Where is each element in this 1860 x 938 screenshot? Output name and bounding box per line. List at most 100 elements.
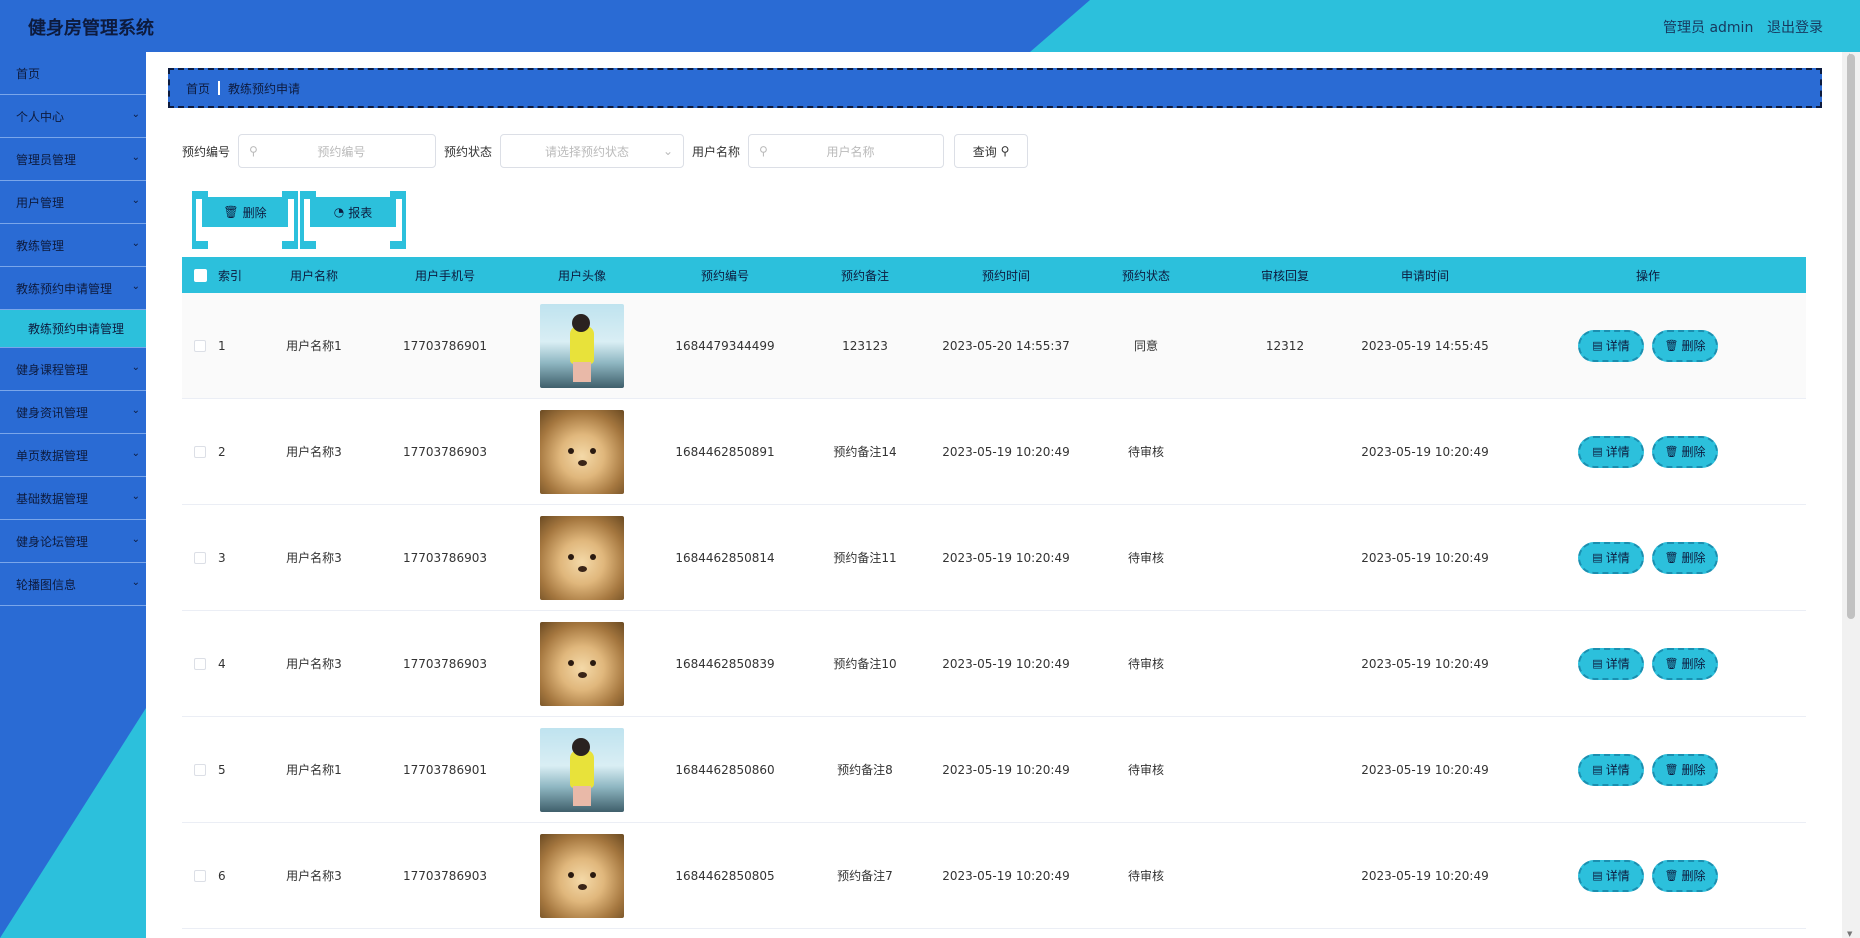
scroll-down-arrow-icon[interactable]: ▼ bbox=[1847, 930, 1852, 938]
cell-apply-time: 2023-05-19 10:20:49 bbox=[1361, 656, 1489, 671]
sidebar-item-label: 教练预约申请管理 bbox=[16, 281, 113, 296]
delete-button[interactable]: 🗑 删除 bbox=[1652, 541, 1718, 574]
detail-button[interactable]: ▤ 详情 bbox=[1578, 541, 1644, 574]
username-input[interactable]: ⚲ 用户名称 bbox=[748, 134, 945, 168]
detail-button[interactable]: ▤ 详情 bbox=[1578, 329, 1644, 362]
booking-no-input[interactable]: ⚲ 预约编号 bbox=[238, 134, 437, 168]
cell-index: 3 bbox=[218, 550, 226, 565]
cell-phone: 17703786903 bbox=[403, 868, 487, 883]
cell-booking-time: 2023-05-19 10:20:49 bbox=[942, 762, 1070, 777]
detail-button[interactable]: ▤ 详情 bbox=[1578, 753, 1644, 786]
scrollbar-thumb[interactable] bbox=[1847, 54, 1855, 619]
column-header: 预约备注 bbox=[840, 268, 889, 283]
query-button[interactable]: 查询 ⚲ bbox=[954, 134, 1029, 168]
cell-username: 用户名称3 bbox=[286, 869, 342, 883]
row-select-cell bbox=[182, 763, 218, 776]
chevron-down-icon: ⌄ bbox=[131, 152, 140, 163]
user-avatar bbox=[540, 303, 624, 388]
row-checkbox[interactable] bbox=[194, 869, 206, 882]
delete-button[interactable]: 🗑 删除 bbox=[1652, 435, 1718, 468]
trash-icon: 🗑 bbox=[1664, 339, 1679, 352]
logout-link[interactable]: 退出登录 bbox=[1767, 17, 1823, 37]
row-select-cell bbox=[182, 869, 218, 882]
sidebar-item-label: 健身论坛管理 bbox=[16, 534, 89, 549]
detail-button[interactable]: ▤ 详情 bbox=[1578, 859, 1644, 892]
cell-reply: 12312 bbox=[1265, 338, 1305, 353]
delete-button[interactable]: 🗑 删除 bbox=[1652, 647, 1718, 680]
detail-button-label: 详情 bbox=[1605, 339, 1630, 353]
cell-booking-time: 2023-05-19 10:20:49 bbox=[942, 868, 1070, 883]
cell-apply-time: 2023-05-19 10:20:49 bbox=[1361, 550, 1489, 565]
report-button[interactable]: ◔ 报表 bbox=[300, 191, 406, 249]
row-checkbox[interactable] bbox=[194, 657, 206, 670]
sidebar-item[interactable]: 教练管理 ⌄ bbox=[0, 224, 146, 267]
delete-button[interactable]: 🗑 删除 bbox=[1652, 753, 1718, 786]
cell-note: 预约备注8 bbox=[837, 763, 893, 777]
cell-note: 预约备注14 bbox=[833, 445, 897, 459]
delete-button[interactable]: 🗑 删除 bbox=[1652, 329, 1718, 362]
booking-no-label: 预约编号 bbox=[182, 144, 231, 159]
sidebar-item[interactable]: 首页 bbox=[0, 52, 146, 95]
sidebar-item[interactable]: 基础数据管理 ⌄ bbox=[0, 477, 146, 520]
booking-table: 索引 用户名称 用户手机号 用户头像 预约编号 预约备注 预约时间 预约状态 审核回复 申请时间 操… bbox=[182, 257, 1806, 929]
row-checkbox[interactable] bbox=[194, 763, 206, 776]
chevron-down-icon: ⌄ bbox=[131, 405, 140, 416]
table-row: 2 用户名称3 17703786903 1684462850891 预约备注14 2023… bbox=[182, 399, 1806, 505]
detail-button-label: 详情 bbox=[1605, 551, 1630, 565]
select-all-checkbox[interactable] bbox=[193, 268, 207, 282]
breadcrumb-home[interactable]: 首页 bbox=[186, 80, 210, 97]
sidebar-item-label: 健身资讯管理 bbox=[16, 405, 89, 420]
chevron-down-icon: ⌄ bbox=[131, 362, 140, 373]
table-header: 索引 用户名称 用户手机号 用户头像 预约编号 预约备注 预约时间 预约状态 审核回复 申请时间 操… bbox=[182, 257, 1806, 293]
avatar-cell bbox=[514, 621, 650, 706]
cell-booking-time: 2023-05-19 10:20:49 bbox=[942, 444, 1070, 459]
sidebar-item-label: 首页 bbox=[16, 66, 41, 81]
row-actions: ▤ 详情 🗑 删除 bbox=[1490, 753, 1806, 786]
delete-button[interactable]: 🗑 删除 bbox=[1652, 859, 1718, 892]
delete-button-label: 删除 bbox=[1681, 869, 1706, 883]
sidebar-item[interactable]: 健身资讯管理 ⌄ bbox=[0, 391, 146, 434]
username-label: 用户名称 bbox=[692, 144, 741, 159]
sidebar-item[interactable]: 管理员管理 ⌄ bbox=[0, 138, 146, 181]
row-select-cell bbox=[182, 551, 218, 564]
cell-booking-time: 2023-05-19 10:20:49 bbox=[942, 550, 1070, 565]
row-checkbox[interactable] bbox=[194, 551, 206, 564]
table-row: 1 用户名称1 17703786901 1684479344499 123123 2023… bbox=[182, 293, 1806, 399]
cell-username: 用户名称3 bbox=[286, 551, 342, 565]
chevron-down-icon: ⌄ bbox=[131, 195, 140, 206]
sidebar-item[interactable]: 用户管理 ⌄ bbox=[0, 181, 146, 224]
document-icon: ▤ bbox=[1592, 339, 1603, 352]
sidebar-item[interactable]: 单页数据管理 ⌄ bbox=[0, 434, 146, 477]
row-actions: ▤ 详情 🗑 删除 bbox=[1490, 541, 1806, 574]
sidebar-item[interactable]: 健身课程管理 ⌄ bbox=[0, 348, 146, 391]
cell-phone: 17703786903 bbox=[403, 550, 487, 565]
cell-booking-no: 1684462850839 bbox=[675, 656, 775, 671]
sidebar-item[interactable]: 轮播图信息 ⌄ bbox=[0, 563, 146, 606]
cell-username: 用户名称1 bbox=[286, 339, 342, 353]
sidebar-item[interactable]: 教练预约申请管理 ⌄ bbox=[0, 267, 146, 310]
current-user-label: 管理员 admin bbox=[1663, 20, 1754, 36]
column-header: 用户头像 bbox=[557, 268, 606, 283]
search-bar: 预约编号 ⚲ 预约编号 预约状态 请选择预约状态 ⌄ 用户名称 ⚲ 用户名称 查… bbox=[182, 134, 1029, 168]
row-checkbox[interactable] bbox=[194, 445, 206, 458]
sidebar-subitem[interactable]: 教练预约申请管理 bbox=[0, 310, 146, 348]
batch-delete-button[interactable]: 🗑 删除 bbox=[192, 191, 298, 249]
row-checkbox[interactable] bbox=[194, 339, 206, 352]
sidebar-item[interactable]: 个人中心 ⌄ bbox=[0, 95, 146, 138]
avatar-cell bbox=[514, 727, 650, 812]
row-select-cell bbox=[182, 445, 218, 458]
document-icon: ▤ bbox=[1592, 445, 1603, 458]
column-header: 审核回复 bbox=[1260, 268, 1309, 283]
detail-button[interactable]: ▤ 详情 bbox=[1578, 435, 1644, 468]
sidebar-item[interactable]: 健身论坛管理 ⌄ bbox=[0, 520, 146, 563]
vertical-scrollbar[interactable]: ▲ ▼ bbox=[1842, 52, 1860, 938]
search-icon: ⚲ bbox=[1000, 144, 1010, 158]
detail-button[interactable]: ▤ 详情 bbox=[1578, 647, 1644, 680]
status-select[interactable]: 请选择预约状态 ⌄ bbox=[500, 134, 685, 168]
row-actions: ▤ 详情 🗑 删除 bbox=[1490, 329, 1806, 362]
cell-apply-time: 2023-05-19 14:55:45 bbox=[1361, 338, 1489, 353]
chevron-down-icon: ⌄ bbox=[131, 109, 140, 120]
sidebar-item-label: 轮播图信息 bbox=[16, 577, 77, 592]
cell-note: 预约备注7 bbox=[837, 869, 893, 883]
delete-button-label: 删除 bbox=[1681, 551, 1706, 565]
